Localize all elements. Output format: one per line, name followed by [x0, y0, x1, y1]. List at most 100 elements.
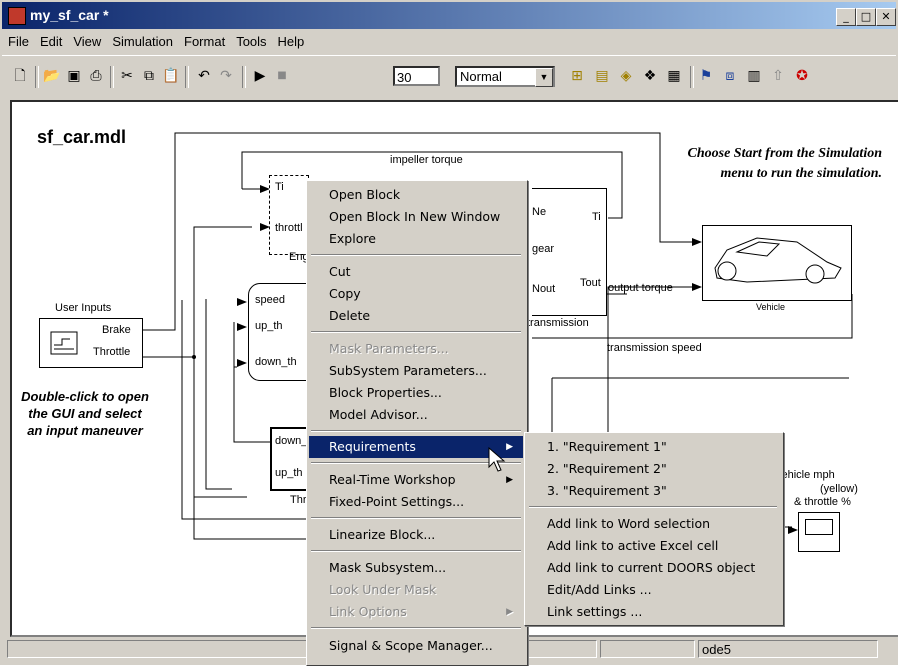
menu-help[interactable]: Help: [272, 31, 310, 49]
menu-item-open-block-new-window[interactable]: Open Block In New Window: [309, 206, 523, 228]
paste-icon[interactable]: 📋: [161, 66, 181, 86]
redo-icon[interactable]: ↷: [216, 66, 236, 86]
debug-icon[interactable]: ◈: [616, 66, 636, 86]
simulation-mode-select[interactable]: Normal ▼: [455, 66, 555, 87]
engine-port-ti: Ti: [275, 181, 284, 193]
menu-item-link-options: Link Options ▶: [309, 601, 523, 623]
properties-icon[interactable]: ▥: [744, 66, 764, 86]
shift-logic-block[interactable]: speed up_th down_th: [248, 283, 310, 381]
menu-edit[interactable]: Edit: [34, 31, 67, 49]
threshold-port-down: down_: [275, 435, 308, 447]
help-icon[interactable]: ✪: [792, 66, 812, 86]
context-menu: Open Block Open Block In New Window Expl…: [306, 180, 528, 666]
double-click-annotation: Double-click to open the GUI and select …: [21, 389, 149, 438]
simulink-app-icon[interactable]: [8, 7, 26, 25]
vehicle-name-label: Vehicle: [756, 302, 786, 312]
transmission-port-tout: Tout: [580, 277, 601, 289]
toggle-model-browser-icon[interactable]: ▤: [592, 66, 612, 86]
minimize-button[interactable]: _: [836, 8, 856, 26]
scope-label-line2: (yellow): [820, 483, 858, 495]
stop-icon[interactable]: ■: [272, 66, 292, 86]
submenu-item-add-link-excel[interactable]: Add link to active Excel cell: [527, 535, 779, 557]
transmission-block[interactable]: Ne gear Nout Ti Tout: [532, 188, 607, 316]
output-torque-label: output torque: [608, 282, 673, 294]
menu-item-delete[interactable]: Delete: [309, 305, 523, 327]
menu-item-block-properties[interactable]: Block Properties...: [309, 382, 523, 404]
print-icon[interactable]: ⎙: [86, 66, 106, 86]
menu-item-linearize-block[interactable]: Linearize Block...: [309, 524, 523, 546]
menu-item-subsystem-parameters[interactable]: SubSystem Parameters...: [309, 360, 523, 382]
impeller-torque-label: impeller torque: [390, 154, 463, 166]
engine-block[interactable]: Ti throttl: [269, 175, 309, 255]
model-title: sf_car.mdl: [37, 127, 127, 147]
submenu-item-edit-add-links[interactable]: Edit/Add Links ...: [527, 579, 779, 601]
submenu-item-requirement-2[interactable]: 2. "Requirement 2": [527, 458, 779, 480]
cut-icon[interactable]: ✂: [117, 66, 137, 86]
transmission-port-ti: Ti: [592, 211, 601, 223]
menu-item-requirements-label: Requirements: [329, 439, 416, 454]
requirements-submenu: 1. "Requirement 1" 2. "Requirement 2" 3.…: [524, 432, 784, 626]
threshold-port-up: up_th: [275, 467, 303, 479]
build-icon[interactable]: ❖: [640, 66, 660, 86]
scope-label-line1: vehicle mph: [776, 469, 835, 481]
maximize-button[interactable]: □: [856, 8, 876, 26]
submenu-item-requirement-3[interactable]: 3. "Requirement 3": [527, 480, 779, 502]
transmission-port-ne: Ne: [532, 206, 547, 218]
transmission-speed-label: transmission speed: [607, 342, 702, 354]
window-title: my_sf_car *: [30, 7, 109, 23]
menu-simulation[interactable]: Simulation: [106, 31, 178, 49]
brake-port-label: Brake: [102, 324, 131, 336]
menu-view[interactable]: View: [67, 31, 106, 49]
mouse-cursor-icon: [488, 447, 506, 472]
car-icon: [714, 237, 842, 284]
status-cell-solver: ode5: [698, 640, 878, 658]
menu-item-link-options-label: Link Options: [329, 604, 407, 619]
start-icon[interactable]: ▶: [250, 66, 270, 86]
menu-file[interactable]: File: [2, 31, 34, 49]
update-diagram-icon[interactable]: ▦: [664, 66, 684, 86]
copy-icon[interactable]: ⧉: [139, 66, 159, 86]
title-bar[interactable]: my_sf_car * _ □ ✕: [2, 2, 896, 29]
user-inputs-label: User Inputs: [55, 302, 112, 314]
menu-item-model-advisor[interactable]: Model Advisor...: [309, 404, 523, 426]
transmission-name-label: transmission: [527, 317, 589, 329]
library-browser-icon[interactable]: ⊞: [567, 66, 587, 86]
scope-block[interactable]: [798, 512, 840, 552]
vehicle-block[interactable]: [702, 225, 852, 301]
new-icon[interactable]: 🗋: [10, 66, 30, 86]
menu-item-open-block[interactable]: Open Block: [309, 184, 523, 206]
chevron-down-icon[interactable]: ▼: [535, 68, 553, 87]
menu-tools[interactable]: Tools: [230, 31, 271, 49]
shift-port-down-th: down_th: [255, 356, 297, 368]
close-button[interactable]: ✕: [876, 8, 896, 26]
menu-item-mask-subsystem[interactable]: Mask Subsystem...: [309, 557, 523, 579]
menu-item-copy[interactable]: Copy: [309, 283, 523, 305]
menu-item-cut[interactable]: Cut: [309, 261, 523, 283]
parent-icon[interactable]: ⇧: [768, 66, 788, 86]
submenu-item-link-settings[interactable]: Link settings ...: [527, 601, 779, 623]
save-icon[interactable]: ▣: [64, 66, 84, 86]
submenu-item-requirement-1[interactable]: 1. "Requirement 1": [527, 436, 779, 458]
model-advisor-icon[interactable]: ⚑: [696, 66, 716, 86]
instructions-annotation: Choose Start from the Simulation menu to…: [687, 146, 883, 181]
menu-item-look-under-mask: Look Under Mask: [329, 582, 437, 597]
scope-label-line3: & throttle %: [794, 496, 851, 508]
user-inputs-block[interactable]: Brake Throttle: [39, 318, 143, 368]
submenu-item-add-link-word[interactable]: Add link to Word selection: [527, 513, 779, 535]
shift-port-up-th: up_th: [255, 320, 283, 332]
menu-format[interactable]: Format: [178, 31, 230, 49]
menu-item-fixed-point-settings[interactable]: Fixed-Point Settings...: [309, 491, 523, 513]
open-icon[interactable]: 📂: [42, 66, 62, 86]
undo-icon[interactable]: ↶: [194, 66, 214, 86]
menu-item-signal-scope-manager[interactable]: Signal & Scope Manager...: [309, 635, 523, 657]
transmission-port-gear: gear: [532, 243, 555, 255]
explorer-icon[interactable]: ⧈: [720, 66, 740, 86]
signal-builder-icon: [50, 331, 78, 355]
engine-port-throttle: throttl: [275, 222, 303, 234]
submenu-arrow-icon: ▶: [506, 607, 513, 617]
submenu-item-add-link-doors[interactable]: Add link to current DOORS object: [527, 557, 779, 579]
menu-item-mask-parameters: Mask Parameters...: [329, 341, 449, 356]
shift-port-speed: speed: [255, 294, 285, 306]
stop-time-input[interactable]: 30: [393, 66, 440, 86]
menu-item-explore[interactable]: Explore: [309, 228, 523, 250]
